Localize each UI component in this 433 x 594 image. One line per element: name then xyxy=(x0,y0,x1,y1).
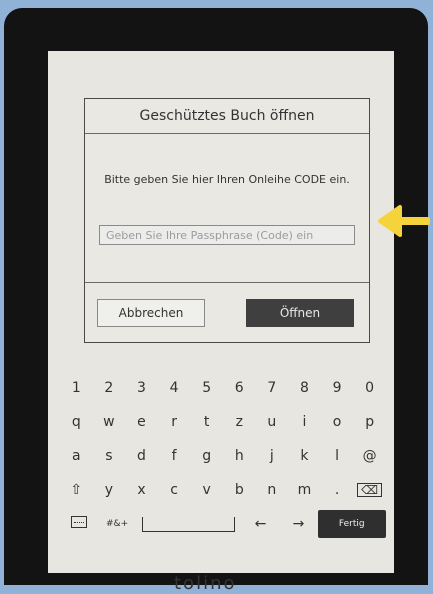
key[interactable]: k xyxy=(288,448,321,464)
key[interactable]: x xyxy=(125,482,158,498)
key[interactable]: f xyxy=(158,448,191,464)
open-button[interactable]: Öffnen xyxy=(246,299,354,327)
annotation-arrow-icon xyxy=(378,205,430,237)
key[interactable]: . xyxy=(321,482,354,498)
key[interactable]: y xyxy=(93,482,126,498)
key[interactable]: z xyxy=(223,414,256,430)
shift-key[interactable]: ⇧ xyxy=(60,482,93,498)
key[interactable]: q xyxy=(60,414,93,430)
key[interactable]: w xyxy=(93,414,126,430)
passphrase-input[interactable] xyxy=(99,225,355,245)
key[interactable]: r xyxy=(158,414,191,430)
key[interactable]: n xyxy=(256,482,289,498)
key[interactable]: 8 xyxy=(288,380,321,396)
dialog-message: Bitte geben Sie hier Ihren Onleihe CODE … xyxy=(104,173,350,186)
key[interactable]: t xyxy=(190,414,223,430)
keyboard-icon xyxy=(71,516,88,528)
ereader-screen: Geschütztes Buch öffnen Bitte geben Sie … xyxy=(48,51,394,573)
keyboard-toggle-key[interactable] xyxy=(60,516,98,532)
key[interactable]: i xyxy=(288,414,321,430)
key[interactable]: s xyxy=(93,448,126,464)
symbols-key[interactable]: #&+ xyxy=(98,519,136,529)
key[interactable]: 4 xyxy=(158,380,191,396)
key[interactable]: 9 xyxy=(321,380,354,396)
dialog-divider xyxy=(85,282,369,283)
key[interactable]: a xyxy=(60,448,93,464)
key[interactable]: 0 xyxy=(353,380,386,396)
right-arrow-key[interactable]: → xyxy=(279,516,317,532)
key[interactable]: 1 xyxy=(60,380,93,396)
backspace-key[interactable]: ⌫ xyxy=(353,482,386,498)
cancel-button[interactable]: Abbrechen xyxy=(97,299,205,327)
key[interactable]: g xyxy=(190,448,223,464)
keyboard-row-qwertz: q w e r t z u i o p xyxy=(60,405,386,439)
key[interactable]: 6 xyxy=(223,380,256,396)
key[interactable]: u xyxy=(256,414,289,430)
key[interactable]: d xyxy=(125,448,158,464)
key[interactable]: p xyxy=(353,414,386,430)
key[interactable]: v xyxy=(190,482,223,498)
keyboard-row-bottom: #&+ ← → Fertig xyxy=(60,507,386,541)
backspace-icon: ⌫ xyxy=(357,483,383,497)
keyboard-row-yxcv: ⇧ y x c v b n m . ⌫ xyxy=(60,473,386,507)
key[interactable]: c xyxy=(158,482,191,498)
keyboard-row-asdf: a s d f g h j k l @ xyxy=(60,439,386,473)
key[interactable]: b xyxy=(223,482,256,498)
key[interactable]: @ xyxy=(353,448,386,464)
key[interactable]: h xyxy=(223,448,256,464)
key[interactable]: e xyxy=(125,414,158,430)
key[interactable]: o xyxy=(321,414,354,430)
key[interactable]: 5 xyxy=(190,380,223,396)
key[interactable]: 2 xyxy=(93,380,126,396)
device-logo: tolino xyxy=(174,573,237,594)
key[interactable]: 3 xyxy=(125,380,158,396)
space-key[interactable] xyxy=(142,516,236,532)
ereader-device: Geschütztes Buch öffnen Bitte geben Sie … xyxy=(4,8,428,594)
dialog-title: Geschütztes Buch öffnen xyxy=(85,99,369,134)
key[interactable]: l xyxy=(321,448,354,464)
key[interactable]: j xyxy=(256,448,289,464)
protected-book-dialog: Geschütztes Buch öffnen Bitte geben Sie … xyxy=(84,98,370,343)
done-key[interactable]: Fertig xyxy=(317,510,386,538)
key[interactable]: 7 xyxy=(256,380,289,396)
key[interactable]: m xyxy=(288,482,321,498)
on-screen-keyboard: 1 2 3 4 5 6 7 8 9 0 q w e r t z u i o p … xyxy=(60,371,386,571)
left-arrow-key[interactable]: ← xyxy=(241,516,279,532)
keyboard-row-numbers: 1 2 3 4 5 6 7 8 9 0 xyxy=(60,371,386,405)
